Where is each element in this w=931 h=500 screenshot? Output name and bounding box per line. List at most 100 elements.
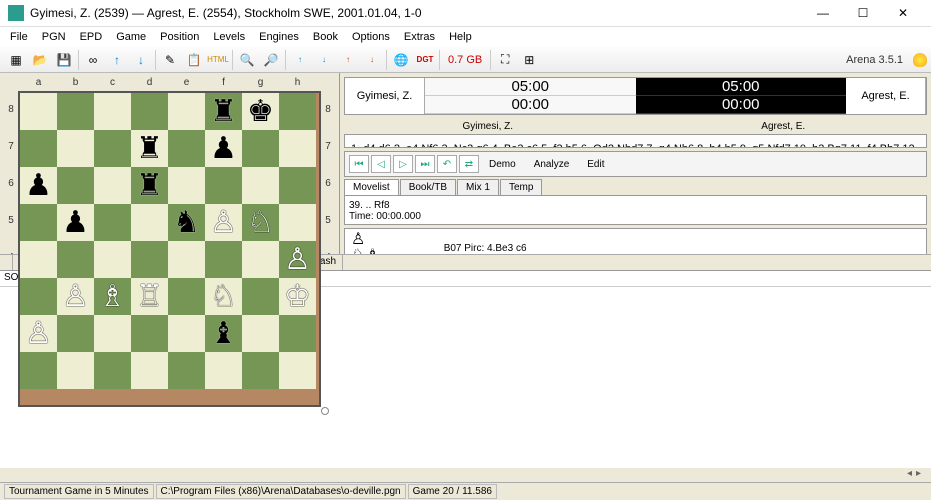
- menu-levels[interactable]: Levels: [207, 29, 251, 45]
- tab-movelist[interactable]: Movelist: [344, 179, 399, 195]
- chessboard[interactable]: ♜♚♜♟♟♜♟♞♙♘♙♙♗♖♘♔♙♝: [18, 91, 321, 407]
- square[interactable]: [131, 315, 168, 352]
- square[interactable]: [279, 204, 316, 241]
- menu-engines[interactable]: Engines: [253, 29, 305, 45]
- square[interactable]: ♗: [94, 278, 131, 315]
- globe-icon[interactable]: 🌐: [390, 49, 412, 71]
- square[interactable]: [94, 315, 131, 352]
- square[interactable]: [242, 352, 279, 389]
- board-icon[interactable]: ▦: [5, 49, 27, 71]
- square[interactable]: [168, 93, 205, 130]
- square[interactable]: [94, 352, 131, 389]
- moves-list[interactable]: 1. d4 d6 2. e4 Nf6 3. Nc3 g6 4. Be3 c6 5…: [344, 134, 927, 148]
- level-up-icon[interactable]: ↑: [106, 49, 128, 71]
- menu-position[interactable]: Position: [154, 29, 205, 45]
- square[interactable]: [57, 93, 94, 130]
- square[interactable]: ♟: [205, 130, 242, 167]
- clipboard-icon[interactable]: 📋: [183, 49, 205, 71]
- scroll-left-icon[interactable]: ◂: [907, 468, 912, 482]
- menu-file[interactable]: File: [4, 29, 34, 45]
- last-move-button[interactable]: ⏭: [415, 155, 435, 173]
- square[interactable]: [20, 352, 57, 389]
- close-button[interactable]: ✕: [883, 1, 923, 25]
- square[interactable]: [279, 352, 316, 389]
- menu-help[interactable]: Help: [443, 29, 478, 45]
- square[interactable]: [20, 241, 57, 278]
- square[interactable]: ♖: [131, 278, 168, 315]
- square[interactable]: [168, 241, 205, 278]
- square[interactable]: [94, 167, 131, 204]
- square[interactable]: [57, 352, 94, 389]
- zoom-in-icon[interactable]: 🔍: [236, 49, 258, 71]
- square[interactable]: [242, 167, 279, 204]
- square[interactable]: [94, 130, 131, 167]
- analyze-link[interactable]: Analyze: [526, 159, 578, 170]
- tab-book[interactable]: Book/TB: [400, 179, 456, 195]
- edit-link[interactable]: Edit: [579, 159, 612, 170]
- square[interactable]: [205, 352, 242, 389]
- open-icon[interactable]: 📂: [29, 49, 51, 71]
- square[interactable]: ♘: [205, 278, 242, 315]
- undo-button[interactable]: ↶: [437, 155, 457, 173]
- square[interactable]: ♟: [20, 167, 57, 204]
- square[interactable]: [205, 167, 242, 204]
- menu-epd[interactable]: EPD: [74, 29, 109, 45]
- first-move-button[interactable]: ⏮: [349, 155, 369, 173]
- square[interactable]: [242, 315, 279, 352]
- pgn-down-icon[interactable]: ↓: [313, 49, 335, 71]
- tab-temp[interactable]: Temp: [500, 179, 542, 195]
- square[interactable]: [205, 241, 242, 278]
- square[interactable]: [131, 204, 168, 241]
- prev-move-button[interactable]: ◁: [371, 155, 391, 173]
- minimize-button[interactable]: —: [803, 1, 843, 25]
- square[interactable]: [242, 130, 279, 167]
- square[interactable]: [20, 204, 57, 241]
- square[interactable]: [94, 93, 131, 130]
- square[interactable]: [279, 315, 316, 352]
- pgn-up-icon[interactable]: ↑: [289, 49, 311, 71]
- square[interactable]: [168, 167, 205, 204]
- square[interactable]: [20, 93, 57, 130]
- square[interactable]: ♟: [57, 204, 94, 241]
- square[interactable]: ♙: [20, 315, 57, 352]
- square[interactable]: [279, 167, 316, 204]
- demo-button[interactable]: ⇄: [459, 155, 479, 173]
- dgt-icon[interactable]: DGT: [414, 49, 436, 71]
- square[interactable]: [57, 130, 94, 167]
- epd-up-icon[interactable]: ↑: [337, 49, 359, 71]
- square[interactable]: [131, 352, 168, 389]
- square[interactable]: ♘: [242, 204, 279, 241]
- square[interactable]: ♙: [205, 204, 242, 241]
- save-icon[interactable]: 💾: [53, 49, 75, 71]
- square[interactable]: ♜: [131, 167, 168, 204]
- square[interactable]: ♞: [168, 204, 205, 241]
- square[interactable]: [131, 93, 168, 130]
- grid-icon[interactable]: ⊞: [518, 49, 540, 71]
- square[interactable]: [168, 352, 205, 389]
- lightbulb-icon[interactable]: [913, 53, 927, 67]
- square[interactable]: ♜: [205, 93, 242, 130]
- square[interactable]: [131, 241, 168, 278]
- square[interactable]: [57, 167, 94, 204]
- expand-icon[interactable]: ⛶: [494, 49, 516, 71]
- menu-book[interactable]: Book: [307, 29, 344, 45]
- square[interactable]: ♜: [131, 130, 168, 167]
- square[interactable]: [168, 278, 205, 315]
- square[interactable]: ♝: [205, 315, 242, 352]
- menu-extras[interactable]: Extras: [398, 29, 441, 45]
- menu-pgn[interactable]: PGN: [36, 29, 72, 45]
- menu-game[interactable]: Game: [110, 29, 152, 45]
- level-down-icon[interactable]: ↓: [130, 49, 152, 71]
- maximize-button[interactable]: ☐: [843, 1, 883, 25]
- tab-mix1[interactable]: Mix 1: [457, 179, 499, 195]
- square[interactable]: [20, 130, 57, 167]
- html-icon[interactable]: HTML: [207, 49, 229, 71]
- tab-scroll[interactable]: ◂▸: [0, 468, 931, 482]
- zoom-out-icon[interactable]: 🔎: [260, 49, 282, 71]
- square[interactable]: ♔: [279, 278, 316, 315]
- square[interactable]: [57, 241, 94, 278]
- square[interactable]: ♙: [57, 278, 94, 315]
- menu-options[interactable]: Options: [346, 29, 396, 45]
- square[interactable]: [168, 315, 205, 352]
- square[interactable]: [20, 278, 57, 315]
